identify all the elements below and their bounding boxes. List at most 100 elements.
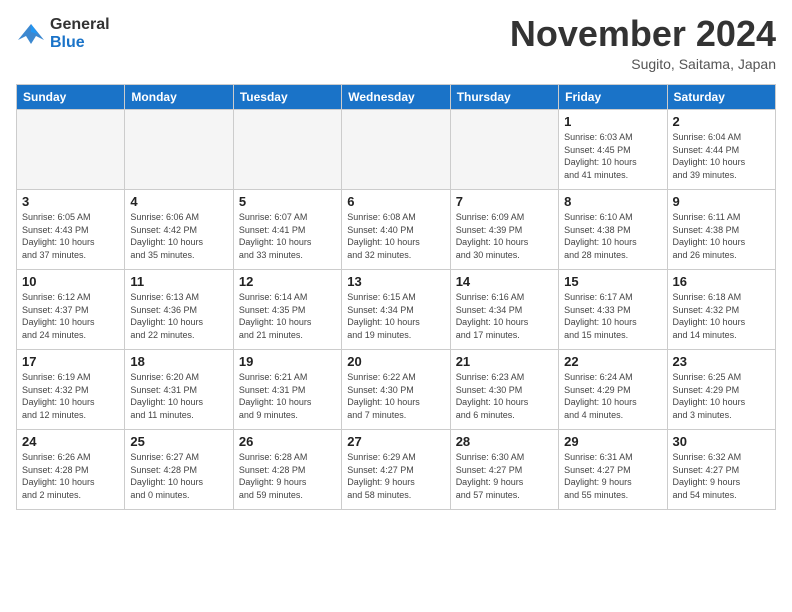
calendar-cell: 3 Sunrise: 6:05 AM Sunset: 4:43 PM Daylig…: [17, 190, 125, 270]
calendar-cell: 10 Sunrise: 6:12 AM Sunset: 4:37 PM Dayli…: [17, 270, 125, 350]
day-number: 7: [456, 194, 553, 209]
day-info: Sunrise: 6:25 AM Sunset: 4:29 PM Dayligh…: [673, 371, 770, 421]
day-info: Sunrise: 6:05 AM Sunset: 4:43 PM Dayligh…: [22, 211, 119, 261]
calendar-cell: 4Sunrise: 6:06 AM Sunset: 4:42 PM Daylig…: [125, 190, 233, 270]
day-info: Sunrise: 6:30 AM Sunset: 4:27 PM Dayligh…: [456, 451, 553, 501]
logo: General Blue: [16, 16, 110, 53]
day-number: 16: [673, 274, 770, 289]
day-info: Sunrise: 6:16 AM Sunset: 4:34 PM Dayligh…: [456, 291, 553, 341]
day-number: 27: [347, 434, 444, 449]
day-info: Sunrise: 6:29 AM Sunset: 4:27 PM Dayligh…: [347, 451, 444, 501]
location-subtitle: Sugito, Saitama, Japan: [510, 56, 776, 72]
calendar-cell: 8Sunrise: 6:10 AM Sunset: 4:38 PM Daylig…: [559, 190, 667, 270]
day-number: 25: [130, 434, 227, 449]
calendar-cell: 24Sunrise: 6:26 AM Sunset: 4:28 PM Dayli…: [17, 430, 125, 510]
calendar-cell: 12 Sunrise: 6:14 AM Sunset: 4:35 PM Dayli…: [233, 270, 341, 350]
day-info: Sunrise: 6:27 AM Sunset: 4:28 PM Dayligh…: [130, 451, 227, 501]
logo-icon: [16, 20, 46, 48]
calendar-cell: 15Sunrise: 6:17 AM Sunset: 4:33 PM Dayli…: [559, 270, 667, 350]
calendar-cell: 11Sunrise: 6:13 AM Sunset: 4:36 PM Dayli…: [125, 270, 233, 350]
day-number: 15: [564, 274, 661, 289]
page-header: General Blue November 2024 Sugito, Saita…: [16, 16, 776, 72]
header-day-wednesday: Wednesday: [342, 85, 450, 110]
day-number: 10: [22, 274, 119, 289]
day-number: 5: [239, 194, 336, 209]
logo-line2: Blue: [50, 34, 110, 52]
header-row: SundayMondayTuesdayWednesdayThursdayFrid…: [17, 85, 776, 110]
day-number: 23: [673, 354, 770, 369]
calendar-cell: 28 Sunrise: 6:30 AM Sunset: 4:27 PM Dayli…: [450, 430, 558, 510]
week-row-1: 1 Sunrise: 6:03 AM Sunset: 4:45 PM Daylig…: [17, 110, 776, 190]
logo-line1: General: [50, 16, 110, 34]
calendar-cell: 26 Sunrise: 6:28 AM Sunset: 4:28 PM Dayli…: [233, 430, 341, 510]
day-info: Sunrise: 6:18 AM Sunset: 4:32 PM Dayligh…: [673, 291, 770, 341]
header-day-thursday: Thursday: [450, 85, 558, 110]
day-info: Sunrise: 6:14 AM Sunset: 4:35 PM Dayligh…: [239, 291, 336, 341]
day-number: 21: [456, 354, 553, 369]
calendar-cell: [450, 110, 558, 190]
day-info: Sunrise: 6:24 AM Sunset: 4:29 PM Dayligh…: [564, 371, 661, 421]
day-number: 3: [22, 194, 119, 209]
day-info: Sunrise: 6:08 AM Sunset: 4:40 PM Dayligh…: [347, 211, 444, 261]
calendar-cell: [233, 110, 341, 190]
day-info: Sunrise: 6:28 AM Sunset: 4:28 PM Dayligh…: [239, 451, 336, 501]
calendar-cell: 29Sunrise: 6:31 AM Sunset: 4:27 PM Dayli…: [559, 430, 667, 510]
calendar-cell: 6 Sunrise: 6:08 AM Sunset: 4:40 PM Daylig…: [342, 190, 450, 270]
day-number: 22: [564, 354, 661, 369]
day-number: 14: [456, 274, 553, 289]
calendar-cell: [17, 110, 125, 190]
header-day-saturday: Saturday: [667, 85, 775, 110]
calendar-cell: 16 Sunrise: 6:18 AM Sunset: 4:32 PM Dayli…: [667, 270, 775, 350]
calendar-cell: [125, 110, 233, 190]
calendar-cell: 5 Sunrise: 6:07 AM Sunset: 4:41 PM Daylig…: [233, 190, 341, 270]
calendar-cell: 22 Sunrise: 6:24 AM Sunset: 4:29 PM Dayli…: [559, 350, 667, 430]
day-number: 17: [22, 354, 119, 369]
calendar-cell: 19Sunrise: 6:21 AM Sunset: 4:31 PM Dayli…: [233, 350, 341, 430]
day-info: Sunrise: 6:31 AM Sunset: 4:27 PM Dayligh…: [564, 451, 661, 501]
week-row-2: 3 Sunrise: 6:05 AM Sunset: 4:43 PM Daylig…: [17, 190, 776, 270]
month-title: November 2024: [510, 16, 776, 52]
day-number: 30: [673, 434, 770, 449]
calendar-table: SundayMondayTuesdayWednesdayThursdayFrid…: [16, 84, 776, 510]
calendar-cell: 23 Sunrise: 6:25 AM Sunset: 4:29 PM Dayli…: [667, 350, 775, 430]
calendar-cell: 21 Sunrise: 6:23 AM Sunset: 4:30 PM Dayli…: [450, 350, 558, 430]
day-number: 20: [347, 354, 444, 369]
header-day-friday: Friday: [559, 85, 667, 110]
day-number: 8: [564, 194, 661, 209]
day-info: Sunrise: 6:32 AM Sunset: 4:27 PM Dayligh…: [673, 451, 770, 501]
calendar-cell: 17 Sunrise: 6:19 AM Sunset: 4:32 PM Dayli…: [17, 350, 125, 430]
week-row-4: 17 Sunrise: 6:19 AM Sunset: 4:32 PM Dayli…: [17, 350, 776, 430]
header-day-tuesday: Tuesday: [233, 85, 341, 110]
day-info: Sunrise: 6:07 AM Sunset: 4:41 PM Dayligh…: [239, 211, 336, 261]
day-number: 13: [347, 274, 444, 289]
day-number: 26: [239, 434, 336, 449]
day-number: 6: [347, 194, 444, 209]
calendar-body: 1 Sunrise: 6:03 AM Sunset: 4:45 PM Daylig…: [17, 110, 776, 510]
day-info: Sunrise: 6:22 AM Sunset: 4:30 PM Dayligh…: [347, 371, 444, 421]
calendar-cell: 13 Sunrise: 6:15 AM Sunset: 4:34 PM Dayli…: [342, 270, 450, 350]
day-number: 12: [239, 274, 336, 289]
day-info: Sunrise: 6:19 AM Sunset: 4:32 PM Dayligh…: [22, 371, 119, 421]
calendar-cell: 27 Sunrise: 6:29 AM Sunset: 4:27 PM Dayli…: [342, 430, 450, 510]
day-info: Sunrise: 6:12 AM Sunset: 4:37 PM Dayligh…: [22, 291, 119, 341]
day-number: 24: [22, 434, 119, 449]
calendar-cell: 7 Sunrise: 6:09 AM Sunset: 4:39 PM Daylig…: [450, 190, 558, 270]
day-info: Sunrise: 6:03 AM Sunset: 4:45 PM Dayligh…: [564, 131, 661, 181]
calendar-cell: 9Sunrise: 6:11 AM Sunset: 4:38 PM Daylig…: [667, 190, 775, 270]
day-info: Sunrise: 6:04 AM Sunset: 4:44 PM Dayligh…: [673, 131, 770, 181]
day-info: Sunrise: 6:23 AM Sunset: 4:30 PM Dayligh…: [456, 371, 553, 421]
calendar-cell: 20 Sunrise: 6:22 AM Sunset: 4:30 PM Dayli…: [342, 350, 450, 430]
day-info: Sunrise: 6:21 AM Sunset: 4:31 PM Dayligh…: [239, 371, 336, 421]
day-number: 28: [456, 434, 553, 449]
calendar-header: SundayMondayTuesdayWednesdayThursdayFrid…: [17, 85, 776, 110]
day-info: Sunrise: 6:15 AM Sunset: 4:34 PM Dayligh…: [347, 291, 444, 341]
day-info: Sunrise: 6:09 AM Sunset: 4:39 PM Dayligh…: [456, 211, 553, 261]
week-row-5: 24Sunrise: 6:26 AM Sunset: 4:28 PM Dayli…: [17, 430, 776, 510]
day-info: Sunrise: 6:11 AM Sunset: 4:38 PM Dayligh…: [673, 211, 770, 261]
day-number: 1: [564, 114, 661, 129]
header-day-monday: Monday: [125, 85, 233, 110]
title-block: November 2024 Sugito, Saitama, Japan: [510, 16, 776, 72]
header-day-sunday: Sunday: [17, 85, 125, 110]
day-info: Sunrise: 6:13 AM Sunset: 4:36 PM Dayligh…: [130, 291, 227, 341]
week-row-3: 10 Sunrise: 6:12 AM Sunset: 4:37 PM Dayli…: [17, 270, 776, 350]
